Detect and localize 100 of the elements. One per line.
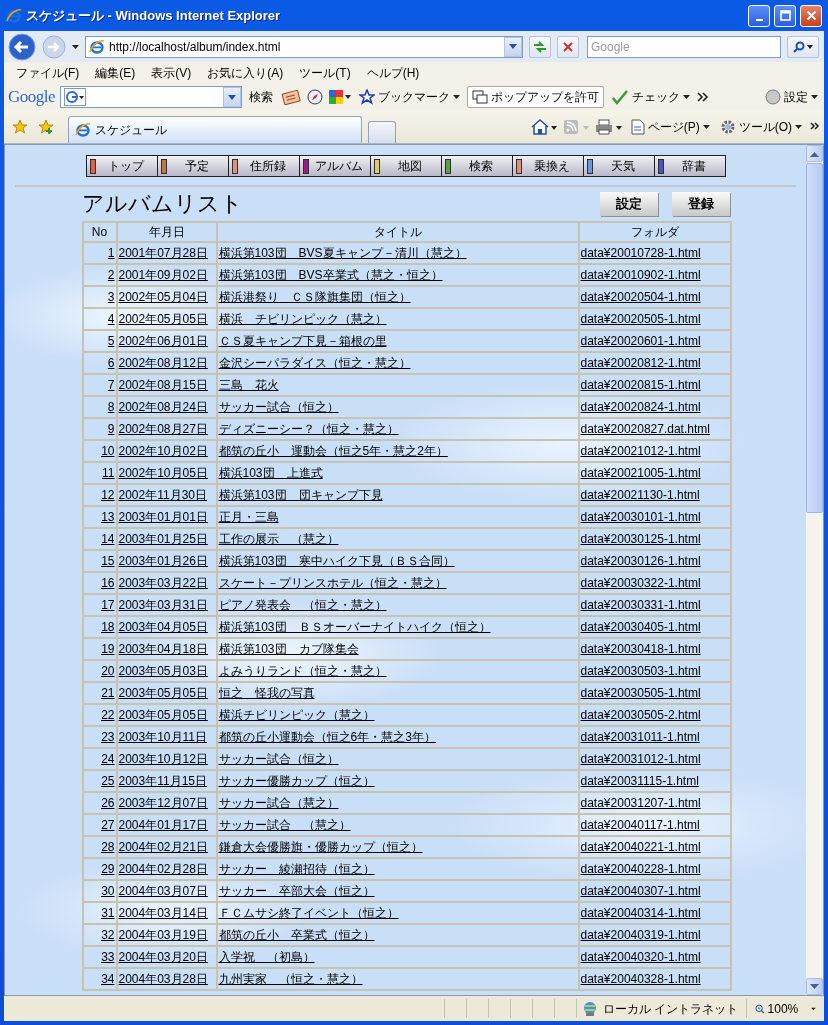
more-icon[interactable] — [697, 92, 710, 102]
toolbar-dropdown-button[interactable] — [223, 87, 242, 107]
history-dropdown-icon[interactable] — [72, 44, 79, 49]
menu-item[interactable]: ツール(T) — [291, 64, 359, 82]
nav-tab[interactable]: 辞書 — [654, 156, 725, 176]
tab-label: スケジュール — [95, 122, 167, 139]
refresh-button[interactable] — [529, 35, 551, 58]
nav-tab[interactable]: 住所録 — [228, 156, 300, 176]
settings-button[interactable]: 設定 — [763, 88, 820, 106]
address-dropdown-icon — [509, 44, 517, 49]
menu-item[interactable]: ヘルプ(H) — [358, 64, 428, 82]
scrollbar[interactable] — [806, 145, 823, 995]
scroll-thumb[interactable] — [806, 163, 823, 513]
address-bar[interactable]: http://localhost/album/index.html — [85, 35, 523, 58]
google-logo[interactable]: Google — [8, 84, 56, 110]
nav-tab[interactable]: 予定 — [157, 156, 229, 176]
number-link[interactable]: 3 — [107, 290, 115, 304]
blocks-icon[interactable] — [328, 89, 353, 105]
menu-item[interactable]: 表示(V) — [143, 64, 200, 82]
page-icon — [75, 122, 91, 138]
tools-menu-button[interactable]: ツール(O) — [717, 117, 804, 136]
number-link[interactable]: 8 — [107, 400, 115, 414]
page-heading: アルバムリスト — [81, 190, 244, 218]
page-icon — [89, 38, 105, 55]
news-icon[interactable] — [280, 89, 303, 105]
toolbar-search-field[interactable] — [60, 86, 243, 108]
caret-icon — [683, 95, 691, 99]
menu-item[interactable]: 編集(E) — [87, 64, 144, 82]
gear-icon — [719, 118, 736, 135]
search-link[interactable]: 検索 — [247, 88, 276, 106]
close-icon — [805, 10, 817, 21]
menu-item[interactable]: お気に入り(A) — [199, 64, 292, 82]
minimize-icon — [755, 18, 763, 21]
caret-icon — [807, 44, 813, 49]
scroll-down-icon — [810, 983, 819, 990]
search-button[interactable] — [787, 35, 819, 58]
home-icon[interactable] — [530, 118, 557, 135]
column-header: フォルダ — [630, 225, 679, 239]
number-link[interactable]: 6 — [107, 356, 115, 370]
windows-icon — [472, 90, 489, 104]
nav-tab[interactable]: トップ — [86, 156, 158, 176]
column-header: No — [91, 225, 108, 239]
nav-tab[interactable]: 天気 — [583, 156, 655, 176]
title-link[interactable]: 恒之 怪我の写真 — [218, 686, 315, 700]
title-link[interactable]: 正月・三島 — [218, 510, 279, 524]
action-button[interactable]: 設定 — [599, 192, 658, 216]
g-icon[interactable] — [64, 88, 87, 106]
document-icon — [630, 118, 645, 135]
address-dropdown-button[interactable] — [504, 36, 522, 57]
add-favorite-icon[interactable] — [38, 118, 54, 135]
column-header: 年月日 — [148, 225, 185, 239]
address-field[interactable]: http://localhost/album/index.html — [109, 37, 500, 56]
caret-icon — [811, 1006, 816, 1011]
title-link[interactable]: 三島 花火 — [218, 378, 279, 392]
caret-icon — [453, 95, 461, 99]
search-icon — [793, 40, 805, 53]
security-zone: ローカル イントラネット — [603, 1000, 739, 1018]
action-button[interactable]: 登録 — [671, 192, 730, 216]
spellcheck-button[interactable]: チェック — [609, 88, 693, 106]
star-icon — [359, 89, 376, 105]
caret-icon — [811, 95, 818, 99]
scroll-up-button[interactable] — [806, 145, 823, 162]
browser-tab[interactable]: スケジュール — [68, 116, 362, 143]
number-link[interactable]: 4 — [107, 312, 115, 326]
maximize-icon — [779, 10, 791, 21]
toolbar-dropdown-icon — [228, 94, 237, 100]
zoom-button[interactable]: 100% — [746, 999, 824, 1018]
popup-button[interactable]: ポップアップを許可 — [467, 86, 605, 108]
print-icon[interactable] — [594, 118, 623, 135]
nav-tab[interactable]: 地図 — [370, 156, 442, 176]
browser-logo-icon — [6, 7, 22, 24]
caret-icon — [795, 124, 802, 129]
minimize-button[interactable] — [748, 4, 770, 27]
number-link[interactable]: 7 — [107, 378, 115, 392]
number-link[interactable]: 2 — [107, 268, 115, 282]
nav-tab[interactable]: 乗換え — [512, 156, 584, 176]
menu-item[interactable]: ファイル(F) — [8, 64, 88, 82]
bookmarks-button[interactable]: ブックマーク — [357, 88, 463, 106]
title-link[interactable]: 横浜103団 上進式 — [218, 466, 323, 480]
close-button[interactable] — [800, 4, 822, 27]
circle-icon — [765, 89, 781, 105]
stop-icon — [563, 41, 573, 52]
favorites-star-icon[interactable] — [12, 118, 28, 135]
caret-icon — [702, 124, 710, 129]
maximize-button[interactable] — [774, 4, 796, 27]
checkmark-icon — [611, 89, 630, 105]
number-link[interactable]: 9 — [107, 422, 115, 436]
title-link[interactable]: 入学祝 （初島） — [218, 950, 315, 964]
stop-button[interactable] — [557, 35, 579, 58]
column-header: タイトル — [373, 225, 422, 239]
compass-icon[interactable] — [307, 89, 324, 105]
scroll-down-button[interactable] — [806, 978, 823, 995]
nav-tab[interactable]: アルバム — [299, 156, 371, 176]
page-menu-button[interactable]: ページ(P) — [628, 117, 712, 136]
number-link[interactable]: 5 — [107, 334, 115, 348]
more-icon[interactable] — [810, 121, 820, 132]
back-button[interactable] — [8, 32, 36, 61]
nav-tab[interactable]: 検索 — [441, 156, 513, 176]
scroll-up-icon — [810, 150, 819, 157]
number-link[interactable]: 1 — [107, 246, 115, 260]
